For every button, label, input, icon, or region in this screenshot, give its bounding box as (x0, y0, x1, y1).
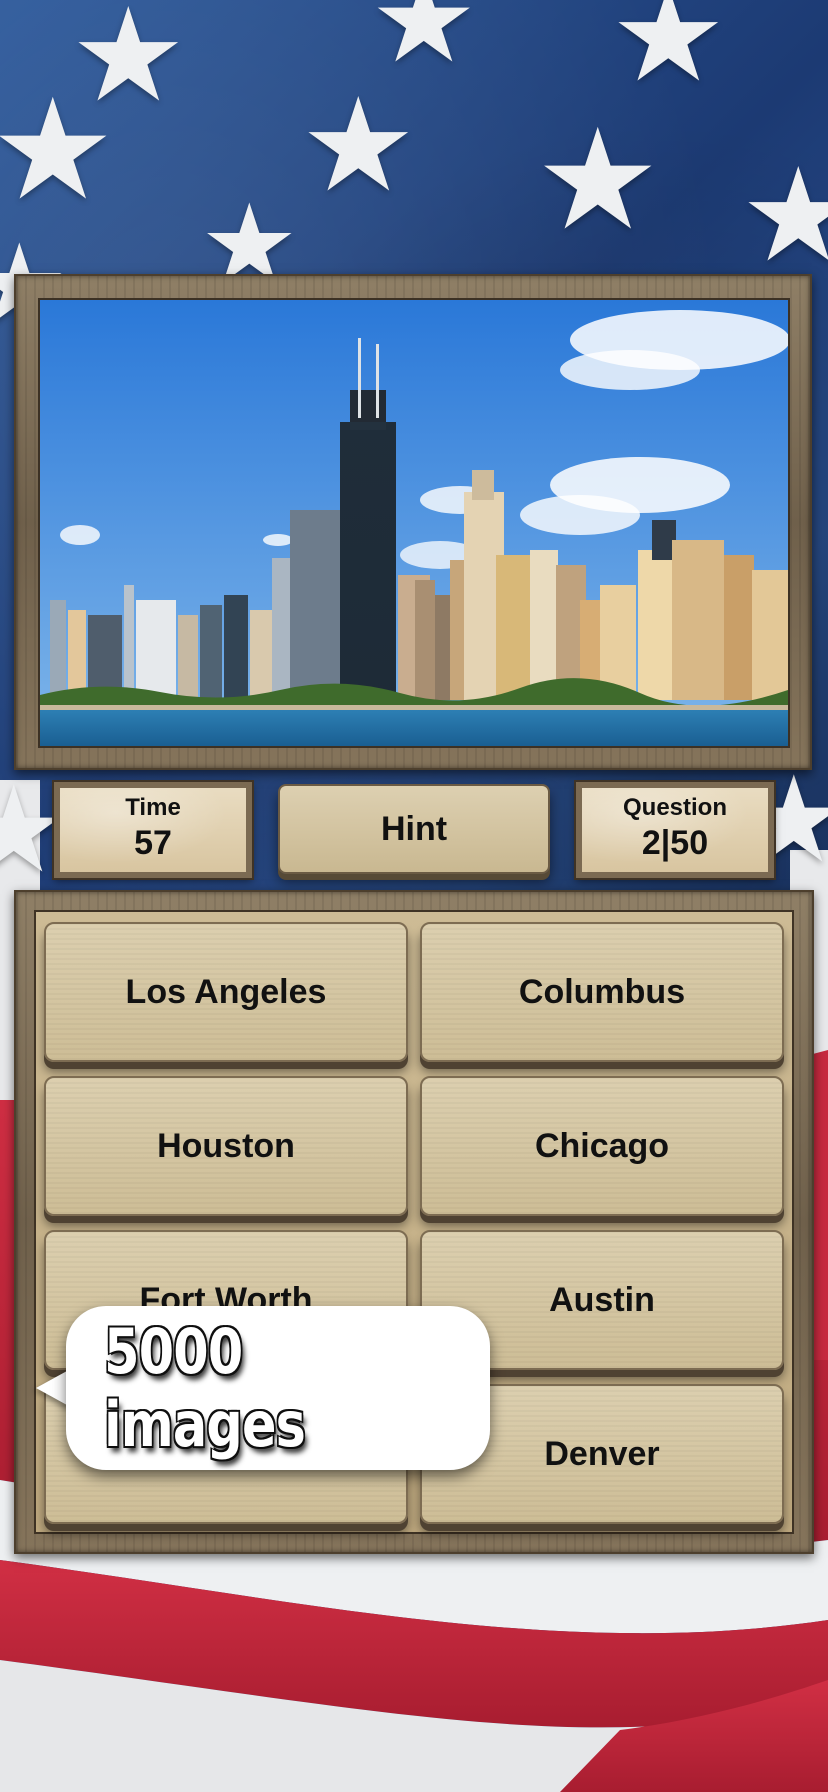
promo-speech-bubble: 5000 images (66, 1306, 490, 1470)
time-label: Time (125, 794, 181, 821)
question-counter: Question 2|50 (574, 780, 776, 880)
question-image (38, 298, 790, 748)
answer-button-2[interactable]: Columbus (420, 922, 784, 1062)
star-icon: ★ (740, 142, 828, 288)
star-icon: ★ (610, 0, 727, 108)
time-value: 57 (134, 824, 172, 862)
time-display: Time 57 (52, 780, 254, 880)
answer-button-1[interactable]: Los Angeles (44, 922, 408, 1062)
question-image-frame (14, 274, 812, 770)
star-icon: ★ (535, 101, 661, 258)
answer-button-3[interactable]: Houston (44, 1076, 408, 1216)
question-label: Question (622, 794, 727, 821)
hint-button[interactable]: Hint (278, 784, 550, 874)
star-icon: ★ (370, 0, 478, 87)
star-icon: ★ (300, 72, 417, 218)
city-skyline-image (40, 300, 788, 746)
promo-text: 5000 images (104, 1315, 306, 1461)
star-icon: ★ (0, 71, 116, 228)
question-value: 2|50 (641, 824, 709, 862)
answer-button-4[interactable]: Chicago (420, 1076, 784, 1216)
